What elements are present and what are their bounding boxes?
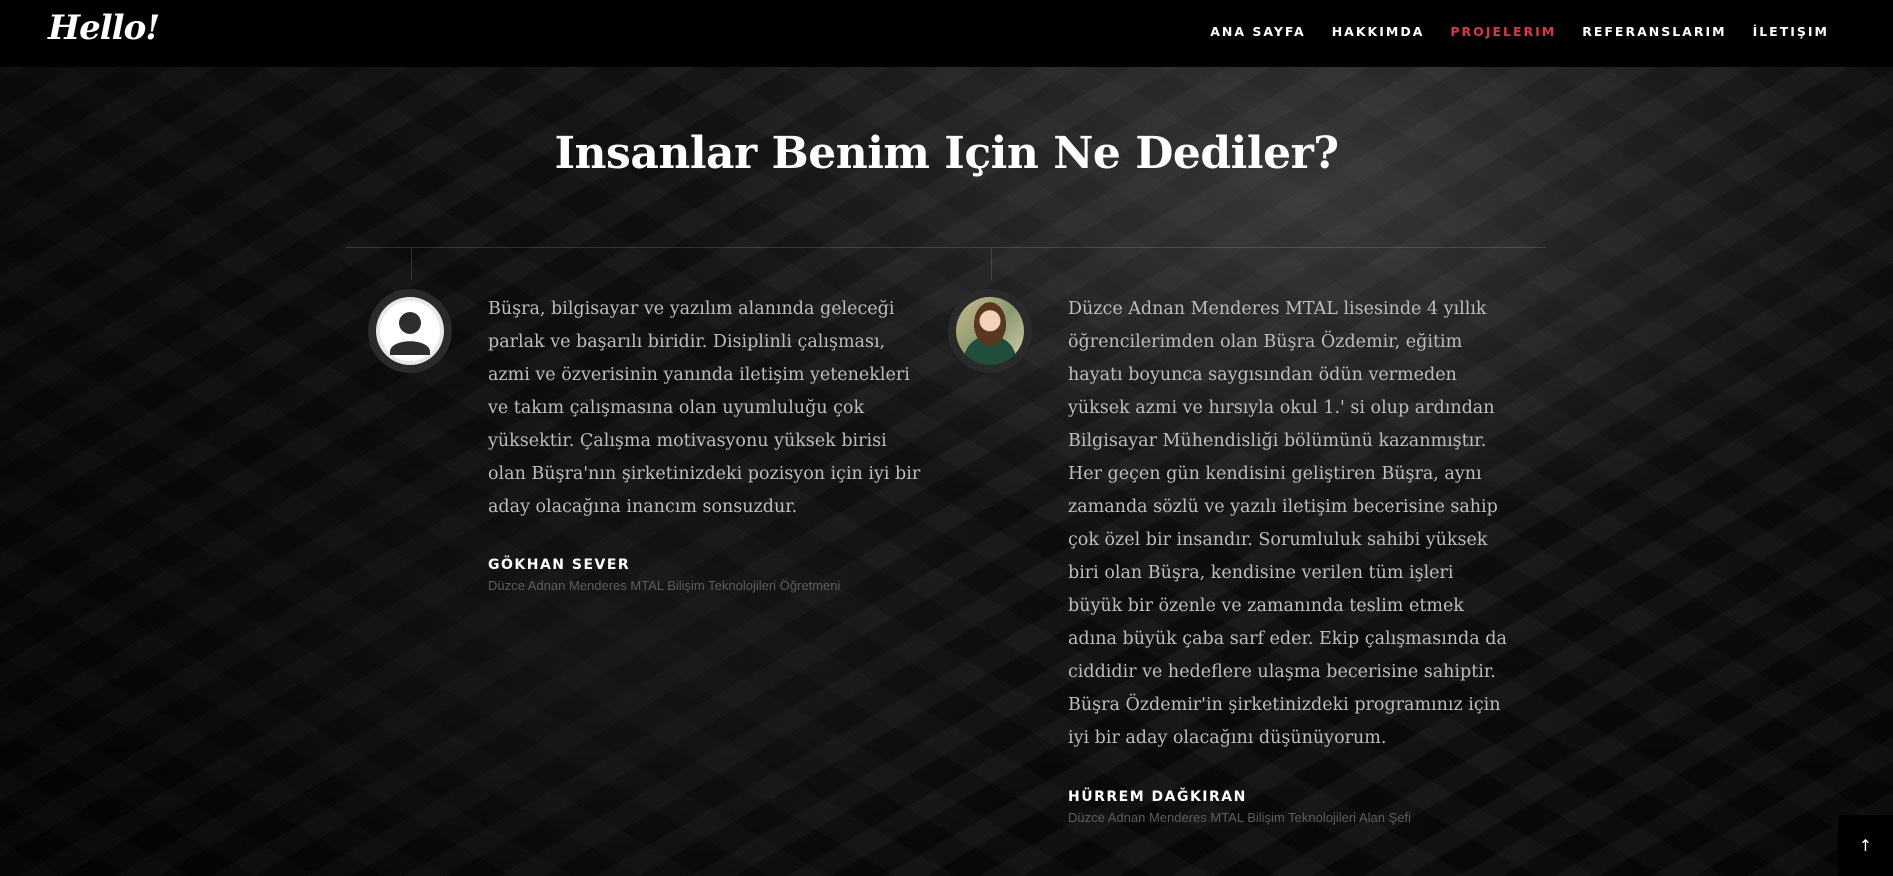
main-nav: ANA SAYFA HAKKIMDA PROJELERIM REFERANSLA…: [1210, 24, 1829, 39]
testimonial-text-2: Düzce Adnan Menderes MTAL lisesinde 4 yı…: [1068, 299, 1507, 748]
testimonial-avatar-1: [368, 289, 452, 373]
default-user-icon: [376, 297, 444, 365]
nav-about[interactable]: HAKKIMDA: [1332, 24, 1425, 39]
nav-references[interactable]: REFERANSLARIM: [1582, 24, 1726, 39]
scroll-to-top-button[interactable]: ↑: [1838, 815, 1893, 876]
profile-photo: [956, 297, 1024, 365]
divider-tick-left: [411, 248, 412, 280]
divider-tick-right: [991, 248, 992, 280]
nav-home[interactable]: ANA SAYFA: [1210, 24, 1305, 39]
section-divider: [346, 247, 1546, 248]
section-title: Insanlar Benim Için Ne Dediler?: [554, 128, 1339, 179]
testimonial-name-1: GÖKHAN SEVER: [488, 557, 631, 573]
top-navbar: Hello! ANA SAYFA HAKKIMDA PROJELERIM REF…: [0, 0, 1893, 67]
testimonial-role-1: Düzce Adnan Menderes MTAL Bilişim Teknol…: [488, 578, 841, 593]
arrow-up-icon: ↑: [1858, 836, 1873, 855]
nav-contact[interactable]: İLETIŞIM: [1753, 24, 1829, 39]
nav-projects[interactable]: PROJELERIM: [1450, 24, 1556, 39]
testimonial-name-2: HÜRREM DAĞKIRAN: [1068, 789, 1247, 805]
testimonial-role-2: Düzce Adnan Menderes MTAL Bilişim Teknol…: [1068, 810, 1411, 825]
testimonial-text-1: Büşra, bilgisayar ve yazılım alanında ge…: [488, 299, 921, 517]
site-logo[interactable]: Hello!: [48, 8, 160, 48]
testimonial-avatar-2: [948, 289, 1032, 373]
